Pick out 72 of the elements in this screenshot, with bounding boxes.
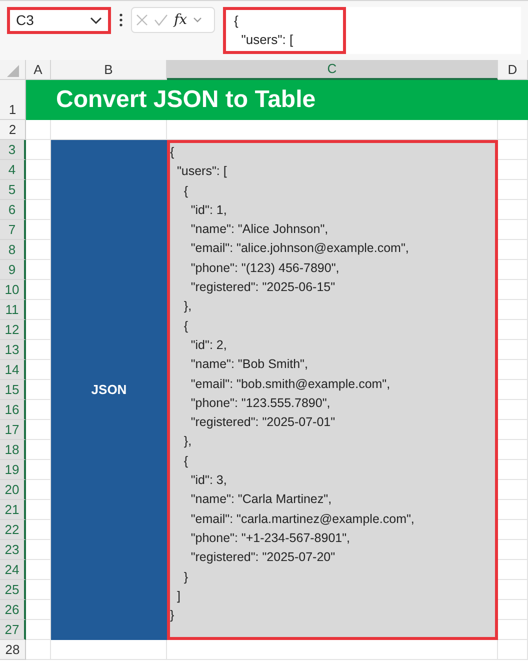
row-header[interactable]: 4	[0, 160, 26, 180]
code-line: }	[170, 607, 174, 624]
code-line: "name": "Alice Johnson",	[190, 221, 328, 238]
row-header[interactable]: 14	[0, 360, 26, 380]
row-header[interactable]: 9	[0, 260, 26, 280]
cell-reference: C3	[16, 11, 34, 30]
code-line: "name": "Bob Smith",	[190, 356, 308, 374]
code-line: "registered": "2025-06-15"	[190, 279, 336, 296]
triangle-icon	[6, 64, 20, 78]
row-header[interactable]: 12	[0, 320, 26, 340]
code-line: }	[182, 568, 188, 586]
row-header[interactable]: 23	[0, 540, 26, 560]
code-line: {	[182, 452, 188, 470]
sheet-title: Convert JSON to Table	[26, 80, 528, 120]
empty-cell[interactable]	[498, 120, 528, 140]
chevron-down-icon[interactable]	[90, 16, 102, 24]
code-line: "registered": "2025-07-20"	[190, 549, 336, 566]
row-header[interactable]: 17	[0, 420, 26, 440]
label-cell: JSON	[51, 140, 167, 640]
row-header[interactable]: 24	[0, 560, 26, 580]
formula-field[interactable]: { "users": [	[223, 7, 346, 54]
row-header[interactable]: 16	[0, 400, 26, 420]
column-header[interactable]: A	[26, 60, 51, 80]
insert-function-button[interactable]: fx	[174, 10, 188, 30]
name-box[interactable]: C3	[7, 7, 111, 34]
select-all-corner[interactable]	[0, 60, 26, 80]
code-line: "users": [	[176, 163, 227, 180]
code-line: "phone": "+1-234-567-8901",	[190, 530, 350, 547]
row-header[interactable]: 25	[0, 580, 26, 600]
code-line: "registered": "2025-07-01"	[190, 414, 336, 432]
cancel-icon[interactable]	[136, 14, 148, 26]
selected-cell[interactable]	[167, 140, 498, 640]
row-header[interactable]: 1	[0, 80, 26, 120]
row-header[interactable]: 8	[0, 240, 26, 260]
row-header[interactable]: 27	[0, 620, 26, 640]
code-line: {	[182, 318, 188, 335]
code-line: "phone": "(123) 456-7890",	[190, 260, 340, 277]
column-header[interactable]: B	[51, 60, 167, 80]
row-header[interactable]: 15	[0, 380, 26, 400]
row-header[interactable]: 5	[0, 180, 26, 200]
code-line: "phone": "123.555.7890",	[190, 394, 330, 412]
row-header[interactable]: 19	[0, 460, 26, 480]
column-header[interactable]: C	[167, 60, 498, 80]
code-line: "id": 2,	[190, 336, 227, 354]
row-header[interactable]: 11	[0, 300, 26, 320]
code-line: ]	[176, 588, 180, 605]
column-header[interactable]: D	[498, 60, 528, 80]
row-header[interactable]: 7	[0, 220, 26, 240]
row-header[interactable]: 28	[0, 640, 26, 660]
code-line: },	[182, 433, 192, 450]
code-line: "email": "bob.smith@example.com",	[190, 376, 390, 393]
row-header[interactable]: 13	[0, 340, 26, 360]
row-header[interactable]: 21	[0, 500, 26, 520]
row-header[interactable]: 6	[0, 200, 26, 220]
code-line: },	[182, 298, 192, 316]
row-header[interactable]: 3	[0, 140, 26, 160]
row-header[interactable]: 2	[0, 120, 26, 140]
code-line: "email": "carla.martinez@example.com",	[190, 510, 414, 528]
empty-cell[interactable]	[498, 640, 528, 660]
more-options-icon[interactable]	[119, 13, 123, 27]
row-header[interactable]: 18	[0, 440, 26, 460]
code-line: "id": 1,	[190, 202, 227, 219]
row-header[interactable]: 10	[0, 280, 26, 300]
check-icon[interactable]	[154, 14, 168, 26]
row-header[interactable]: 22	[0, 520, 26, 540]
code-line: "email": "alice.johnson@example.com",	[190, 240, 409, 258]
code-line: {	[182, 182, 188, 200]
row-header[interactable]: 20	[0, 480, 26, 500]
row-header[interactable]: 26	[0, 600, 26, 620]
code-line: {	[170, 144, 174, 161]
code-line: "name": "Carla Martinez",	[190, 491, 332, 508]
code-line: "id": 3,	[190, 472, 227, 490]
